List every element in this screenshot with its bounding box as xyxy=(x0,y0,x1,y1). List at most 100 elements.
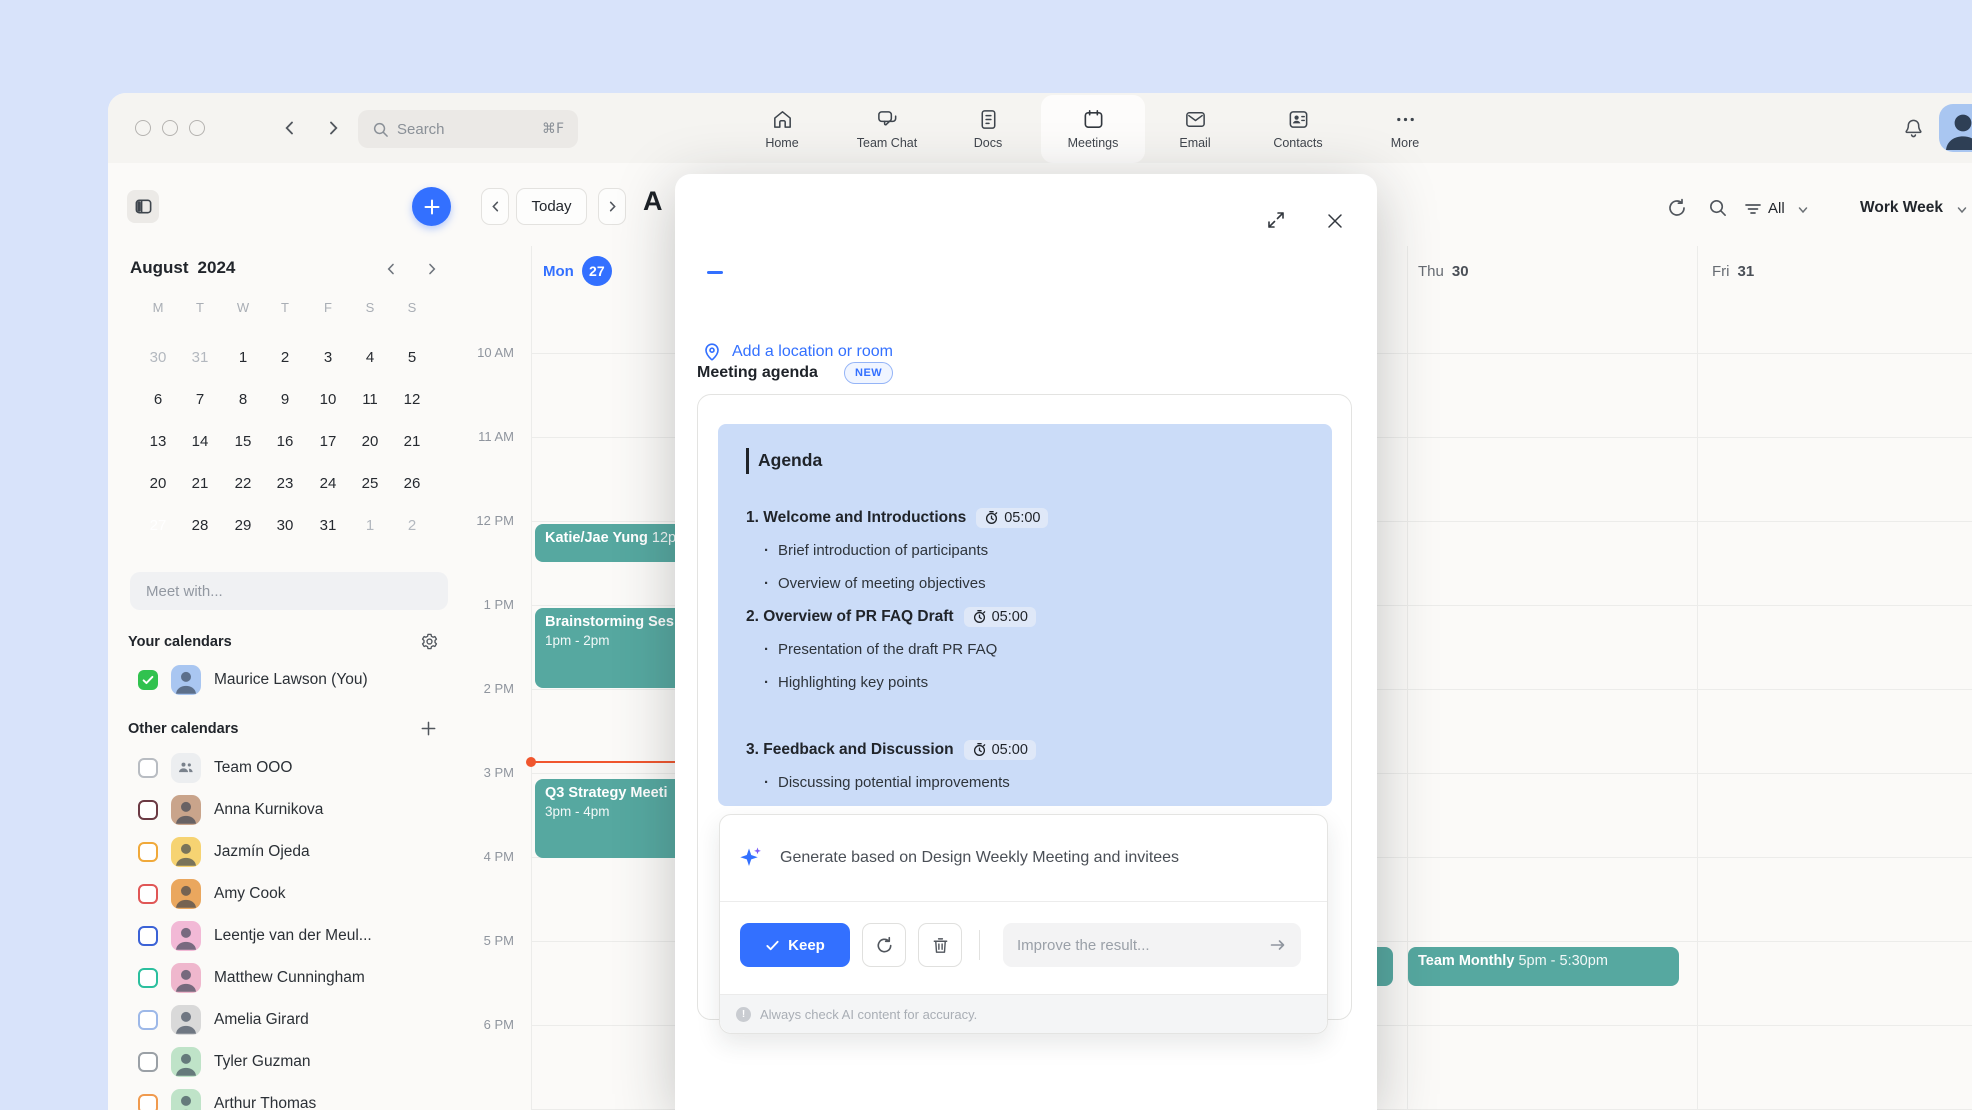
mini-calendar-prev-button[interactable] xyxy=(384,262,400,278)
agenda-editor[interactable]: Agenda 1. Welcome and Introductions05:00… xyxy=(718,424,1332,806)
mini-calendar-day[interactable]: 20 xyxy=(140,467,176,499)
mini-calendar-day[interactable]: 1 xyxy=(352,509,388,541)
improve-result-input[interactable]: Improve the result... xyxy=(1003,923,1301,967)
view-mode-dropdown[interactable]: Work Week xyxy=(1860,199,1943,217)
mini-calendar-day[interactable]: 20 xyxy=(352,425,388,457)
next-period-button[interactable] xyxy=(598,188,626,225)
calendar-checkbox[interactable] xyxy=(138,884,158,904)
filter-all-dropdown[interactable]: All xyxy=(1768,200,1785,217)
mini-calendar-day[interactable]: 29 xyxy=(225,509,261,541)
mini-calendar-next-button[interactable] xyxy=(425,262,441,278)
tab-more[interactable]: More xyxy=(1353,95,1457,163)
refresh-calendar-icon[interactable] xyxy=(1666,197,1688,219)
window-control-zoom[interactable] xyxy=(189,120,205,136)
calendar-checkbox[interactable] xyxy=(138,926,158,946)
mini-calendar-day[interactable]: 1 xyxy=(225,341,261,373)
user-avatar[interactable] xyxy=(1939,104,1972,152)
mini-calendar-day[interactable]: 2 xyxy=(267,341,303,373)
discard-button[interactable] xyxy=(918,923,962,967)
duration-chip[interactable]: 05:00 xyxy=(964,740,1036,760)
window-control-minimize[interactable] xyxy=(162,120,178,136)
create-event-button[interactable] xyxy=(412,187,451,226)
window-control-close[interactable] xyxy=(135,120,151,136)
mini-calendar-day[interactable]: 10 xyxy=(310,383,346,415)
calendar-list-item[interactable]: Tyler Guzman xyxy=(138,1041,458,1083)
calendar-list-item[interactable]: Amelia Girard xyxy=(138,999,458,1041)
mini-calendar-day[interactable]: 28 xyxy=(182,509,218,541)
calendar-list-item[interactable]: Team OOO xyxy=(138,747,458,789)
mini-calendar-day[interactable]: 30 xyxy=(140,341,176,373)
keep-button[interactable]: Keep xyxy=(740,923,850,967)
search-events-icon[interactable] xyxy=(1707,197,1729,219)
regenerate-button[interactable] xyxy=(862,923,906,967)
calendar-checkbox[interactable] xyxy=(138,1010,158,1030)
calendar-list-item[interactable]: Maurice Lawson (You) xyxy=(138,659,458,701)
tab-home[interactable]: Home xyxy=(730,95,834,163)
expand-modal-icon[interactable] xyxy=(1266,210,1286,235)
mini-calendar-day[interactable]: 5 xyxy=(394,341,430,373)
duration-chip[interactable]: 05:00 xyxy=(976,508,1048,528)
mini-calendar-day[interactable]: 21 xyxy=(182,467,218,499)
add-calendar-plus-icon[interactable] xyxy=(419,719,439,739)
calendar-checkbox[interactable] xyxy=(138,670,158,690)
submit-arrow-icon[interactable] xyxy=(1269,936,1287,954)
mini-calendar-day[interactable]: 30 xyxy=(267,509,303,541)
calendar-settings-gear-icon[interactable] xyxy=(420,632,440,652)
mini-calendar-day[interactable]: 4 xyxy=(352,341,388,373)
mini-calendar-day[interactable]: 6 xyxy=(140,383,176,415)
sidebar-toggle-button[interactable] xyxy=(127,190,159,223)
mini-calendar-day[interactable]: 9 xyxy=(267,383,303,415)
day-header-mon[interactable]: Mon27 xyxy=(543,256,612,286)
mini-calendar-day[interactable]: 24 xyxy=(310,467,346,499)
mini-calendar-day[interactable]: 12 xyxy=(394,383,430,415)
duration-chip[interactable]: 05:00 xyxy=(964,607,1036,627)
calendar-event[interactable]: Team Monthly 5pm - 5:30pm xyxy=(1408,947,1679,986)
mini-calendar-day[interactable]: 11 xyxy=(352,383,388,415)
mini-calendar-day[interactable]: 23 xyxy=(267,467,303,499)
mini-calendar-day[interactable]: 13 xyxy=(140,425,176,457)
mini-calendar-day[interactable]: 8 xyxy=(225,383,261,415)
mini-calendar-day[interactable]: 16 xyxy=(267,425,303,457)
mini-calendar-day[interactable]: 21 xyxy=(394,425,430,457)
add-location-link[interactable]: Add a location or room xyxy=(702,342,893,362)
calendar-checkbox[interactable] xyxy=(138,968,158,988)
mini-calendar-day[interactable]: 31 xyxy=(182,341,218,373)
calendar-list-item[interactable]: Jazmín Ojeda xyxy=(138,831,458,873)
mini-calendar-day-selected[interactable]: 27 xyxy=(140,509,176,541)
day-header-thu[interactable]: Thu30 xyxy=(1418,256,1469,286)
prev-period-button[interactable] xyxy=(481,188,509,225)
mini-calendar-day[interactable]: 31 xyxy=(310,509,346,541)
calendar-checkbox[interactable] xyxy=(138,800,158,820)
day-header-fri[interactable]: Fri31 xyxy=(1712,256,1754,286)
mini-calendar-day[interactable]: 2 xyxy=(394,509,430,541)
calendar-list-item[interactable]: Anna Kurnikova xyxy=(138,789,458,831)
mini-calendar-day[interactable]: 25 xyxy=(352,467,388,499)
mini-calendar-day[interactable]: 22 xyxy=(225,467,261,499)
filter-icon[interactable] xyxy=(1744,200,1766,222)
tab-team-chat[interactable]: Team Chat xyxy=(835,95,939,163)
calendar-checkbox[interactable] xyxy=(138,842,158,862)
tab-email[interactable]: Email xyxy=(1143,95,1247,163)
global-search-input[interactable]: Search ⌘F xyxy=(358,110,578,148)
mini-calendar-day[interactable]: 3 xyxy=(310,341,346,373)
history-back-button[interactable] xyxy=(281,119,299,137)
tab-docs[interactable]: Docs xyxy=(936,95,1040,163)
tab-contacts[interactable]: Contacts xyxy=(1246,95,1350,163)
today-button[interactable]: Today xyxy=(516,188,587,225)
mini-calendar-day[interactable]: 26 xyxy=(394,467,430,499)
calendar-list-item[interactable]: Matthew Cunningham xyxy=(138,957,458,999)
calendar-list-item[interactable]: Amy Cook xyxy=(138,873,458,915)
meet-with-input[interactable]: Meet with... xyxy=(130,572,448,610)
calendar-list-item[interactable]: Leentje van der Meul... xyxy=(138,915,458,957)
notifications-bell-icon[interactable] xyxy=(1902,117,1924,139)
close-modal-icon[interactable] xyxy=(1325,211,1345,236)
mini-calendar-day[interactable]: 7 xyxy=(182,383,218,415)
mini-calendar-day[interactable]: 14 xyxy=(182,425,218,457)
calendar-checkbox[interactable] xyxy=(138,1052,158,1072)
calendar-checkbox[interactable] xyxy=(138,758,158,778)
calendar-checkbox[interactable] xyxy=(138,1094,158,1110)
calendar-list-item[interactable]: Arthur Thomas xyxy=(138,1083,458,1110)
mini-calendar-day[interactable]: 17 xyxy=(310,425,346,457)
mini-calendar-day[interactable]: 15 xyxy=(225,425,261,457)
tab-meetings[interactable]: Meetings xyxy=(1041,95,1145,163)
